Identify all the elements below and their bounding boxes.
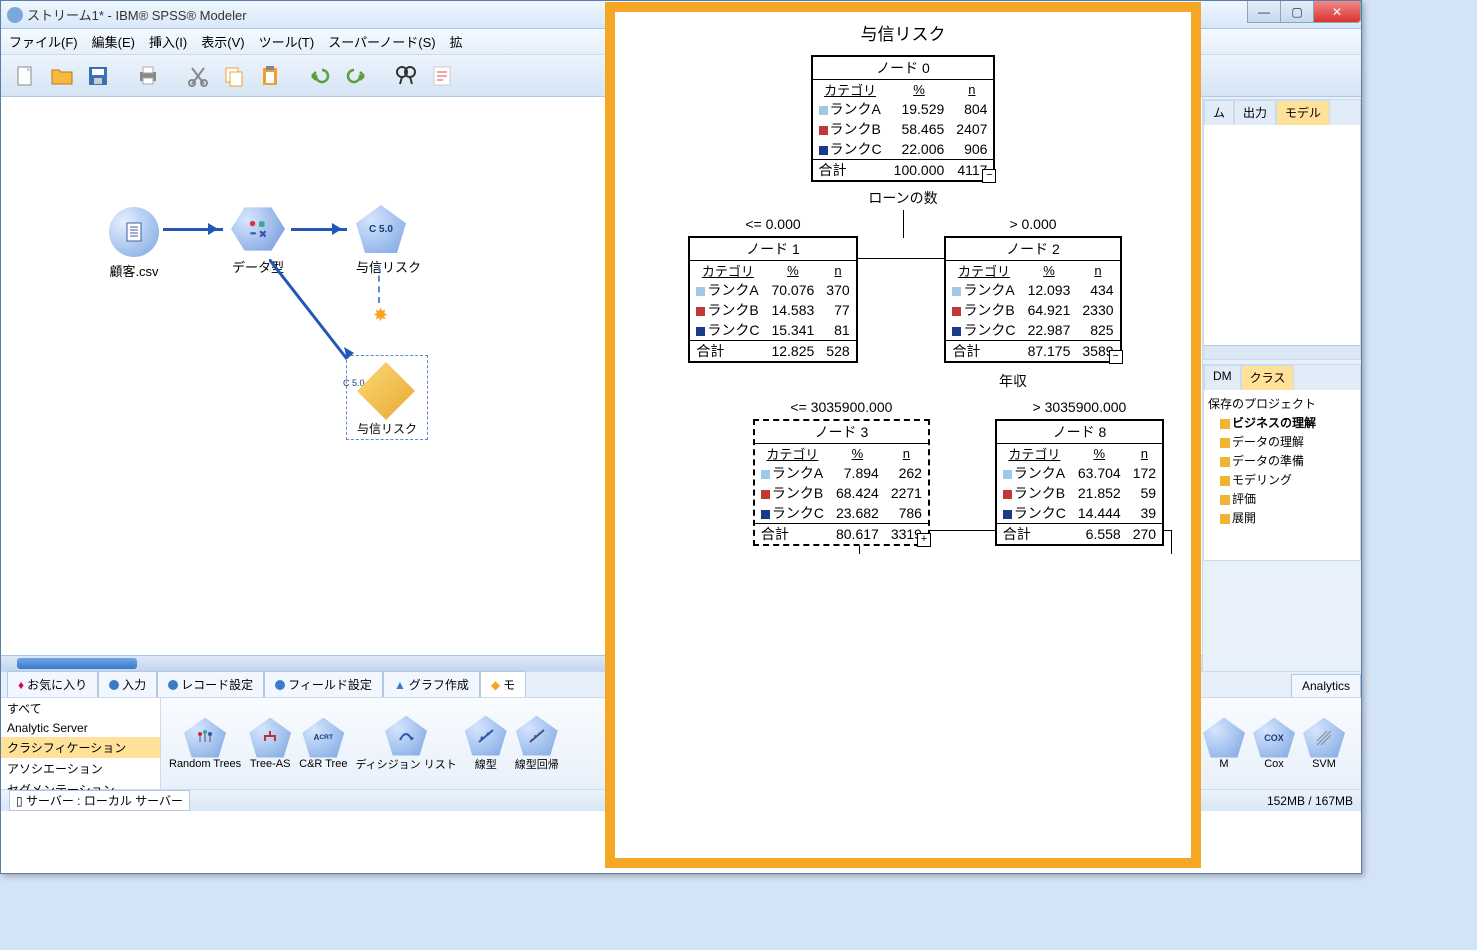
pcat-as[interactable]: Analytic Server <box>1 719 160 737</box>
cond-gt0: > 0.000 <box>918 216 1148 232</box>
open-icon[interactable] <box>45 59 79 93</box>
cut-icon[interactable] <box>181 59 215 93</box>
ptab-input[interactable]: 入力 <box>98 671 157 697</box>
server-status[interactable]: ▯ サーバー : ローカル サーバー <box>9 790 190 811</box>
minimize-button[interactable]: — <box>1247 1 1281 23</box>
pcat-association[interactable]: アソシエーション <box>1 758 160 779</box>
menu-edit[interactable]: 編集(E) <box>92 32 135 51</box>
project-item-modeling[interactable]: モデリング <box>1208 470 1356 489</box>
palnode-crt[interactable]: ACRTC&R Tree <box>299 718 347 770</box>
menu-ext[interactable]: 拡 <box>450 32 463 51</box>
arrow-3 <box>269 259 359 369</box>
palnode-linr[interactable]: 線型回帰 <box>515 716 559 772</box>
pcat-all[interactable]: すべて <box>1 698 160 719</box>
app-icon <box>7 7 23 23</box>
project-panel: DM クラス 保存のプロジェクト ビジネスの理解 データの理解 データの準備 モ… <box>1203 364 1361 561</box>
menu-view[interactable]: 表示(V) <box>201 32 244 51</box>
paste-icon[interactable] <box>253 59 287 93</box>
tree-title: 与信リスク <box>615 20 1191 45</box>
save-icon[interactable] <box>81 59 115 93</box>
ptab-field[interactable]: フィールド設定 <box>264 671 383 697</box>
cond-le0: <= 0.000 <box>658 216 888 232</box>
project-root[interactable]: 保存のプロジェクト <box>1208 394 1356 413</box>
menu-tools[interactable]: ツール(T) <box>259 32 315 51</box>
edit-icon[interactable] <box>425 59 459 93</box>
project-item-data-und[interactable]: データの理解 <box>1208 432 1356 451</box>
palnode-ta[interactable]: Tree-AS <box>249 718 291 770</box>
source-node-label: 顧客.csv <box>109 261 159 280</box>
new-icon[interactable] <box>9 59 43 93</box>
model-node-label: 与信リスク <box>356 257 421 276</box>
palnode-cox[interactable]: COXCox <box>1253 718 1295 770</box>
palnode-dec[interactable]: ディシジョン リスト <box>355 716 456 772</box>
tree-node-0[interactable]: ノード 0 カテゴリ%n ランクA19.529804 ランクB58.465240… <box>811 55 996 182</box>
palnode-rt[interactable]: Random Trees <box>169 718 241 770</box>
tree-node-2[interactable]: ノード 2 カテゴリ%n ランクA12.093434 ランクB64.921233… <box>944 236 1121 363</box>
redo-icon[interactable] <box>339 59 373 93</box>
palnode-lin[interactable]: 線型 <box>465 716 507 772</box>
tree-node-1[interactable]: ノード 1 カテゴリ%n ランクA70.076370 ランクB14.58377 … <box>688 236 857 363</box>
cond-le-inc: <= 3035900.000 <box>725 399 958 415</box>
dashed-link <box>378 265 380 303</box>
tab-stream[interactable]: ム <box>1204 100 1234 125</box>
ptab-record[interactable]: レコード設定 <box>157 671 264 697</box>
ptab-graph[interactable]: ▲グラフ作成 <box>383 671 480 697</box>
menu-insert[interactable]: 挿入(I) <box>149 32 187 51</box>
close-button[interactable]: ✕ <box>1313 1 1361 23</box>
collapse-icon[interactable]: − <box>1109 350 1123 364</box>
split-2-label: 年収 <box>835 371 1191 391</box>
managers-panel: ム 出力 モデル <box>1203 99 1361 360</box>
split-1-label: ローンの数 <box>615 188 1191 208</box>
panel-scrollbar[interactable] <box>1204 345 1360 359</box>
ptab-model[interactable]: ◆モ <box>480 671 526 697</box>
undo-icon[interactable] <box>303 59 337 93</box>
managers-content <box>1204 125 1360 345</box>
project-item-data-prep[interactable]: データの準備 <box>1208 451 1356 470</box>
nugget-node-label: 与信リスク <box>357 420 417 437</box>
tree-node-8[interactable]: ノード 8 カテゴリ%n ランクA63.704172 ランクB21.85259 … <box>995 419 1164 546</box>
project-item-eval[interactable]: 評価 <box>1208 489 1356 508</box>
tab-models[interactable]: モデル <box>1276 100 1330 125</box>
ptab-analytics[interactable]: Analytics <box>1291 674 1361 697</box>
palnode-m[interactable]: M <box>1203 718 1245 770</box>
tree-node-3[interactable]: ノード 3 カテゴリ%n ランクA7.894262 ランクB68.4242271… <box>753 419 930 546</box>
memory-status: 152MB / 167MB <box>1267 794 1353 808</box>
menu-supernode[interactable]: スーパーノード(S) <box>328 32 435 51</box>
ptab-favorites[interactable]: ♦お気に入り <box>7 671 98 697</box>
model-node[interactable]: C 5.0 与信リスク <box>356 205 421 276</box>
tree-viewer-overlay: 与信リスク ノード 0 カテゴリ%n ランクA19.529804 ランクB58.… <box>605 2 1201 868</box>
print-icon[interactable] <box>131 59 165 93</box>
tab-output[interactable]: 出力 <box>1234 100 1276 125</box>
expand-icon[interactable]: + <box>917 533 931 547</box>
pcat-classification[interactable]: クラシフィケーション <box>1 737 160 758</box>
cond-gt-inc: > 3035900.000 <box>968 399 1191 415</box>
search-icon[interactable] <box>389 59 423 93</box>
right-column: ム 出力 モデル DM クラス 保存のプロジェクト ビジネスの理解 データの理解… <box>1203 97 1361 671</box>
menu-file[interactable]: ファイル(F) <box>9 32 78 51</box>
collapse-icon[interactable]: − <box>982 169 996 183</box>
copy-icon[interactable] <box>217 59 251 93</box>
decision-tree: 与信リスク ノード 0 カテゴリ%n ランクA19.529804 ランクB58.… <box>615 20 1191 820</box>
maximize-button[interactable]: ▢ <box>1280 1 1314 23</box>
palnode-svm[interactable]: SVM <box>1303 718 1345 770</box>
project-item-business[interactable]: ビジネスの理解 <box>1208 413 1356 432</box>
link-star-icon: ✸ <box>373 305 388 326</box>
tab-classes[interactable]: クラス <box>1241 365 1295 390</box>
project-item-deploy[interactable]: 展開 <box>1208 508 1356 527</box>
project-content: 保存のプロジェクト ビジネスの理解 データの理解 データの準備 モデリング 評価… <box>1204 390 1360 560</box>
palette-categories: すべて Analytic Server クラシフィケーション アソシエーション … <box>1 698 161 789</box>
source-node[interactable]: 顧客.csv <box>109 207 159 280</box>
arrow-1 <box>163 228 223 231</box>
tab-crisp-dm[interactable]: DM <box>1204 365 1241 390</box>
arrow-2 <box>291 228 347 231</box>
